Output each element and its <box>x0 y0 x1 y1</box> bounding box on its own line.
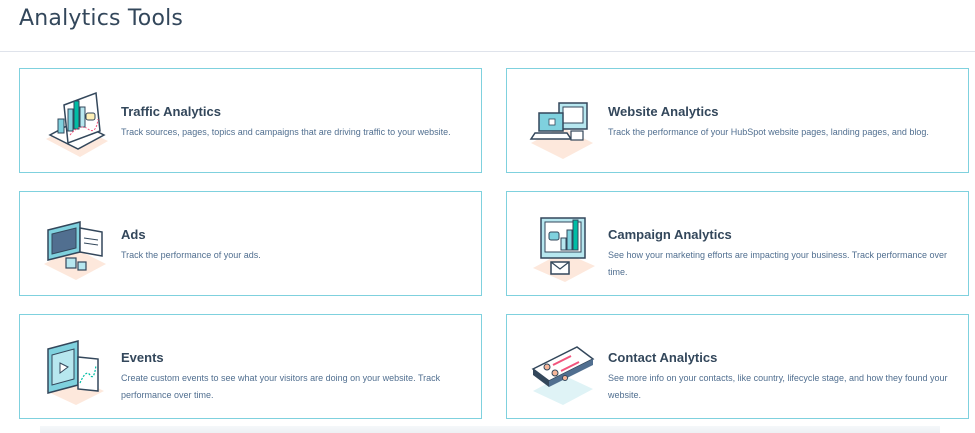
card-website-analytics[interactable]: Website Analytics Track the performance … <box>506 68 969 173</box>
card-description: Track sources, pages, topics and campaig… <box>121 127 451 137</box>
card-description: See how your marketing efforts are impac… <box>608 250 947 277</box>
card-description: See more info on your contacts, like cou… <box>608 373 948 400</box>
campaign-chart-icon <box>527 206 599 282</box>
card-description: Create custom events to see what your vi… <box>121 373 441 400</box>
card-contact-analytics[interactable]: Contact Analytics See more info on your … <box>506 314 969 419</box>
events-video-icon <box>40 329 112 405</box>
card-ads[interactable]: Ads Track the performance of your ads. <box>19 191 482 296</box>
contact-card-icon <box>527 329 599 405</box>
page-footer-edge <box>40 426 940 433</box>
devices-icon <box>527 83 599 159</box>
page-header: Analytics Tools <box>0 0 975 52</box>
card-traffic-analytics[interactable]: Traffic Analytics Track sources, pages, … <box>19 68 482 173</box>
ads-monitor-icon <box>40 206 112 282</box>
card-events[interactable]: Events Create custom events to see what … <box>19 314 482 419</box>
card-title: Contact Analytics <box>608 350 718 365</box>
page-title: Analytics Tools <box>19 6 184 31</box>
card-title: Website Analytics <box>608 104 719 119</box>
card-title: Campaign Analytics <box>608 227 732 242</box>
card-title: Events <box>121 350 164 365</box>
card-title: Traffic Analytics <box>121 104 221 119</box>
card-campaign-analytics[interactable]: Campaign Analytics See how your marketin… <box>506 191 969 296</box>
card-title: Ads <box>121 227 146 242</box>
card-description: Track the performance of your HubSpot we… <box>608 127 929 137</box>
card-description: Track the performance of your ads. <box>121 250 261 260</box>
traffic-chart-icon <box>40 83 112 159</box>
